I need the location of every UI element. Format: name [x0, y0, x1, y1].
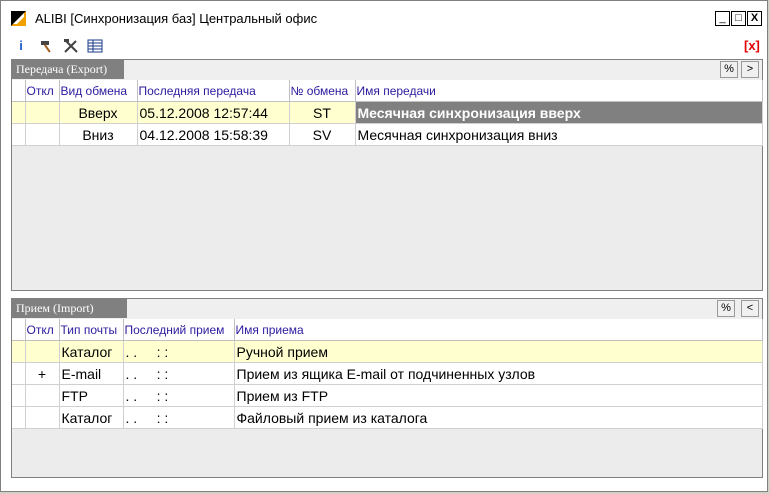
last-cell[interactable]: 05.12.2008 12:57:44 [137, 101, 290, 124]
hammer-icon[interactable] [39, 38, 55, 54]
row-indicator [12, 362, 26, 385]
last-cell[interactable]: . . : : [123, 406, 235, 429]
column-header[interactable]: Тип почты [59, 319, 124, 341]
last-cell[interactable]: 04.12.2008 15:58:39 [137, 123, 290, 146]
column-header[interactable]: Имя приема [234, 319, 763, 341]
num-cell[interactable]: SV [289, 123, 356, 146]
num-cell[interactable]: ST [289, 101, 356, 124]
export-grid: Откл Вид обмена Последняя передача № обм… [12, 80, 763, 290]
export-table: Откл Вид обмена Последняя передача № обм… [12, 80, 763, 146]
row-indicator [12, 406, 26, 429]
row-indicator [12, 384, 26, 407]
off-cell[interactable] [25, 384, 60, 407]
import-prev-button[interactable]: < [741, 300, 759, 317]
last-cell[interactable]: . . : : [123, 340, 235, 363]
name-cell[interactable]: Прием из FTP [234, 384, 763, 407]
last-cell[interactable]: . . : : [123, 384, 235, 407]
export-next-button[interactable]: > [741, 61, 759, 78]
off-cell[interactable]: + [25, 362, 60, 385]
import-percent-button[interactable]: % [717, 300, 735, 317]
import-table: Откл Тип почты Последний прием Имя прием… [12, 319, 763, 429]
name-cell[interactable]: Месячная синхронизация вверх [355, 101, 763, 124]
table-icon[interactable] [87, 38, 103, 54]
info-icon[interactable]: i [13, 38, 29, 54]
name-cell[interactable]: Месячная синхронизация вниз [355, 123, 763, 146]
table-row[interactable]: Каталог . . : : Файловый прием из катало… [12, 406, 763, 429]
import-tab[interactable]: Прием (Import) [12, 299, 127, 318]
column-header[interactable]: Откл [25, 80, 60, 102]
column-header[interactable]: № обмена [289, 80, 356, 102]
app-window: ALIBI [Синхронизация баз] Центральный оф… [0, 0, 768, 492]
toolbar: i [x] [3, 33, 765, 57]
column-header[interactable]: Имя передачи [355, 80, 763, 102]
row-indicator-header [12, 80, 26, 102]
export-tab[interactable]: Передача (Export) [12, 60, 124, 79]
title-bar[interactable]: ALIBI [Синхронизация баз] Центральный оф… [3, 3, 765, 31]
mail-cell[interactable]: FTP [59, 384, 124, 407]
table-row[interactable]: Каталог . . : : Ручной прием [12, 340, 763, 363]
import-panel-header: Прием (Import) % < [12, 299, 762, 320]
name-cell[interactable]: Прием из ящика E-mail от подчиненных узл… [234, 362, 763, 385]
row-indicator [12, 123, 26, 146]
type-cell[interactable]: Вниз [59, 123, 138, 146]
table-row[interactable]: Вверх 05.12.2008 12:57:44 ST Месячная си… [12, 101, 763, 124]
table-row[interactable]: Вниз 04.12.2008 15:58:39 SV Месячная син… [12, 123, 763, 146]
off-cell[interactable] [25, 123, 60, 146]
minimize-button[interactable]: _ [715, 11, 730, 26]
table-row[interactable]: + E-mail . . : : Прием из ящика E-mail о… [12, 362, 763, 385]
import-grid: Откл Тип почты Последний прием Имя прием… [12, 319, 763, 477]
row-indicator-header [12, 319, 26, 341]
app-logo-icon [11, 11, 26, 26]
off-cell[interactable] [25, 101, 60, 124]
off-cell[interactable] [25, 406, 60, 429]
last-cell[interactable]: . . : : [123, 362, 235, 385]
name-cell[interactable]: Ручной прием [234, 340, 763, 363]
mail-cell[interactable]: Каталог [59, 340, 124, 363]
column-header[interactable]: Последняя передача [137, 80, 290, 102]
name-cell[interactable]: Файловый прием из каталога [234, 406, 763, 429]
column-header[interactable]: Откл [25, 319, 60, 341]
column-header[interactable]: Вид обмена [59, 80, 138, 102]
close-button[interactable]: X [747, 11, 762, 26]
mail-cell[interactable]: E-mail [59, 362, 124, 385]
close-form-button[interactable]: [x] [744, 38, 760, 53]
row-indicator [12, 101, 26, 124]
maximize-button[interactable]: □ [731, 11, 746, 26]
export-panel: Передача (Export) % > Откл Вид обмена По… [11, 59, 763, 291]
window-title: ALIBI [Синхронизация баз] Центральный оф… [35, 11, 318, 26]
export-percent-button[interactable]: % [720, 61, 738, 78]
column-header[interactable]: Последний прием [123, 319, 235, 341]
row-indicator [12, 340, 26, 363]
tools-icon[interactable] [63, 38, 79, 54]
table-row[interactable]: FTP . . : : Прием из FTP [12, 384, 763, 407]
off-cell[interactable] [25, 340, 60, 363]
type-cell[interactable]: Вверх [59, 101, 138, 124]
import-panel: Прием (Import) % < Откл Тип почты Послед… [11, 298, 763, 478]
export-panel-header: Передача (Export) % > [12, 60, 762, 81]
mail-cell[interactable]: Каталог [59, 406, 124, 429]
